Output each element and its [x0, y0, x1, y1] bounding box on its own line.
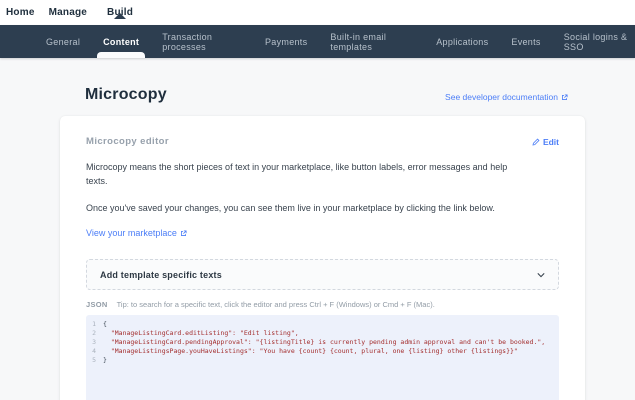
page-title: Microcopy	[85, 86, 167, 104]
code-text: }	[103, 356, 107, 365]
microcopy-editor-card: Microcopy editor Edit Microcopy means th…	[60, 116, 585, 400]
view-marketplace-link[interactable]: View your marketplace	[86, 228, 187, 238]
card-header: Microcopy editor Edit	[86, 136, 559, 147]
subnav-item-content[interactable]: Content	[103, 25, 139, 58]
json-format-label: JSON	[86, 300, 108, 309]
topnav-item-home[interactable]: Home	[6, 7, 35, 18]
code-line: 4 "ManageListingsPage.youHaveListings": …	[86, 347, 553, 356]
code-line: 1 {	[86, 320, 553, 329]
editor-meta-row: JSON Tip: to search for a specific text,…	[86, 300, 559, 309]
topnav-item-manage[interactable]: Manage	[49, 7, 87, 18]
line-number: 3	[86, 338, 103, 347]
active-section-pointer-icon	[114, 13, 126, 19]
add-template-texts-label: Add template specific texts	[100, 270, 222, 280]
add-template-texts-accordion[interactable]: Add template specific texts	[86, 259, 559, 290]
code-text: "ManageListingCard.editListing": "Edit l…	[103, 329, 299, 338]
view-marketplace-link-label: View your marketplace	[86, 228, 177, 238]
code-text: {	[103, 320, 107, 329]
chevron-down-icon	[537, 272, 545, 278]
line-number: 5	[86, 356, 103, 365]
save-changes-note: Once you've saved your changes, you can …	[86, 201, 526, 215]
page: { "colors": { "nav_bg": "#2d3e50", "acce…	[0, 0, 635, 400]
code-line: 5 }	[86, 356, 553, 365]
build-sub-navigation: General Content Transaction processes Pa…	[0, 25, 635, 58]
edit-button[interactable]: Edit	[532, 137, 559, 147]
subnav-item-payments[interactable]: Payments	[265, 25, 307, 58]
developer-documentation-link[interactable]: See developer documentation	[445, 92, 568, 104]
topnav-item-build[interactable]: Build	[107, 7, 133, 18]
line-number: 4	[86, 347, 103, 356]
external-link-icon	[561, 94, 568, 101]
subnav-item-social-logins-sso[interactable]: Social logins & SSO	[564, 25, 635, 58]
code-text: "ManageListingsPage.youHaveListings": "Y…	[103, 347, 518, 356]
subnav-item-events[interactable]: Events	[511, 25, 540, 58]
json-code-editor[interactable]: 1 { 2 "ManageListingCard.editListing": "…	[86, 315, 559, 400]
microcopy-description: Microcopy means the short pieces of text…	[86, 160, 526, 188]
card-title: Microcopy editor	[86, 136, 169, 147]
code-line: 3 "ManageListingCard.pendingApproval": "…	[86, 338, 553, 347]
subnav-item-applications[interactable]: Applications	[436, 25, 488, 58]
active-tab-indicator	[97, 52, 145, 58]
page-header: Microcopy See developer documentation	[85, 58, 568, 104]
edit-button-label: Edit	[543, 137, 559, 147]
subnav-item-content-label: Content	[103, 37, 139, 47]
subnav-item-transaction-processes[interactable]: Transaction processes	[162, 25, 242, 58]
external-link-icon	[180, 230, 187, 237]
line-number: 1	[86, 320, 103, 329]
editor-search-tip: Tip: to search for a specific text, clic…	[117, 300, 435, 309]
code-line: 2 "ManageListingCard.editListing": "Edit…	[86, 329, 553, 338]
developer-documentation-link-label: See developer documentation	[445, 92, 558, 102]
edit-pencil-icon	[532, 138, 540, 146]
line-number: 2	[86, 329, 103, 338]
code-text: "ManageListingCard.pendingApproval": "{l…	[103, 338, 545, 347]
subnav-item-general[interactable]: General	[46, 25, 80, 58]
top-navigation: Home Manage Build	[0, 0, 635, 25]
subnav-item-built-in-email-templates[interactable]: Built-in email templates	[330, 25, 413, 58]
